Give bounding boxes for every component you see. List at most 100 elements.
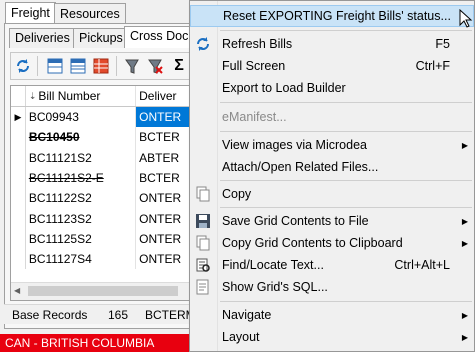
bill-number-cell[interactable]: BC11121S2 — [26, 147, 137, 168]
menu-reset-exporting-label: Reset EXPORTING Freight Bills' status... — [223, 9, 451, 23]
grid-rows: ▶ BC09943 ONTER BC10450 BCTER BC11121S2 ABTER B… — [11, 107, 191, 270]
menu-copy-label: Copy — [222, 187, 252, 201]
sum-icon[interactable]: Σ — [170, 57, 188, 75]
deliver-cell[interactable]: BCTER — [136, 168, 191, 188]
save-icon — [192, 210, 214, 232]
deliver-cell[interactable]: ONTER — [136, 188, 191, 208]
toolbar-separator — [116, 56, 117, 76]
menu-find-shortcut: Ctrl+Alt+L — [394, 258, 450, 272]
deliver-cell[interactable]: ABTER — [136, 148, 191, 168]
clear-filter-icon[interactable] — [146, 57, 164, 75]
table-row[interactable]: BC11127S4 ONTER — [11, 249, 191, 270]
menu-full-screen-shortcut: Ctrl+F — [415, 59, 450, 73]
menu-separator — [220, 301, 472, 302]
current-row-icon: ▶ — [14, 111, 22, 122]
menu-export-load-builder-label: Export to Load Builder — [222, 81, 346, 95]
bill-number-cell[interactable]: BC10450 — [26, 127, 137, 148]
row-indicator — [11, 188, 26, 209]
table-row[interactable]: ▶ BC09943 ONTER — [11, 107, 191, 128]
toolbar-separator — [37, 56, 38, 76]
deliver-cell[interactable]: ONTER — [136, 229, 191, 249]
menu-separator — [220, 207, 472, 208]
submenu-arrow-icon: ▶ — [461, 216, 468, 226]
status-label: Base Records — [12, 307, 88, 322]
bill-number-cell[interactable]: BC11122S2 — [26, 188, 137, 209]
copy-icon — [192, 183, 214, 205]
scroll-thumb[interactable] — [28, 286, 178, 296]
mouse-cursor-icon — [459, 8, 473, 29]
menu-separator — [220, 131, 472, 132]
menu-show-sql[interactable]: Show Grid's SQL... — [190, 276, 474, 298]
region-bar: CAN - BRITISH COLUMBIA — [0, 334, 195, 352]
bill-number-header-label: Bill Number — [38, 89, 101, 103]
row-indicator — [11, 228, 26, 250]
submenu-arrow-icon: ▶ — [461, 238, 468, 248]
bill-number-cell[interactable]: BC11125S2 — [26, 228, 137, 250]
submenu-arrow-icon: ▶ — [461, 332, 468, 342]
sort-arrow-icon: ⇣ — [28, 90, 37, 101]
columns-icon[interactable] — [69, 57, 87, 75]
menu-copy[interactable]: Copy — [190, 183, 474, 205]
tab-deliveries-label: Deliveries — [15, 31, 70, 45]
menu-copy-grid-label: Copy Grid Contents to Clipboard — [222, 236, 403, 250]
menu-refresh-bills[interactable]: Refresh Bills F5 — [190, 33, 474, 55]
submenu-arrow-icon: ▶ — [461, 310, 468, 320]
deliver-cell[interactable]: ONTER — [136, 249, 191, 269]
table-icon[interactable] — [92, 57, 110, 75]
tab-cross-dock-label: Cross Dock — [130, 29, 195, 43]
deliver-cell[interactable]: BCTER — [136, 127, 191, 147]
bills-grid: ⇣ Bill Number Deliver ▶ BC09943 ONTER BC104… — [10, 85, 192, 301]
tab-resources[interactable]: Resources — [54, 3, 126, 23]
row-indicator — [11, 127, 26, 148]
deliver-header[interactable]: Deliver — [136, 86, 191, 106]
table-row[interactable]: BC11123S2 ONTER — [11, 208, 191, 229]
bill-number-cell[interactable]: BC11121S2-E — [26, 167, 137, 189]
menu-view-images[interactable]: View images via Microdea ▶ — [190, 134, 474, 156]
context-menu: Reset EXPORTING Freight Bills' status...… — [189, 0, 475, 352]
region-label: CAN - BRITISH COLUMBIA — [5, 336, 155, 350]
tab-pickups[interactable]: Pickups — [73, 28, 129, 48]
menu-attach-files[interactable]: Attach/Open Related Files... — [190, 156, 474, 178]
menu-attach-files-label: Attach/Open Related Files... — [222, 160, 379, 174]
menu-copy-grid[interactable]: Copy Grid Contents to Clipboard ▶ — [190, 232, 474, 254]
menu-view-images-label: View images via Microdea — [222, 138, 367, 152]
menu-reset-exporting[interactable]: Reset EXPORTING Freight Bills' status... — [190, 5, 474, 27]
menu-layout-label: Layout — [222, 330, 260, 344]
table-row[interactable]: BC11121S2-E BCTER — [11, 167, 191, 189]
menu-layout[interactable]: Layout ▶ — [190, 326, 474, 348]
deliver-cell[interactable]: ONTER — [136, 208, 191, 228]
grid-view-icon[interactable] — [46, 57, 64, 75]
menu-navigate[interactable]: Navigate ▶ — [190, 304, 474, 326]
menu-emanifest-label: eManifest... — [222, 110, 287, 124]
refresh-icon[interactable] — [14, 57, 32, 75]
menu-emanifest: eManifest... — [190, 106, 474, 128]
table-row[interactable]: BC11122S2 ONTER — [11, 188, 191, 209]
menu-export-load-builder[interactable]: Export to Load Builder — [190, 77, 474, 99]
menu-show-sql-label: Show Grid's SQL... — [222, 280, 328, 294]
tab-freight[interactable]: Freight — [5, 2, 56, 24]
table-row[interactable]: BC11125S2 ONTER — [11, 228, 191, 250]
row-indicator — [11, 147, 26, 168]
menu-navigate-label: Navigate — [222, 308, 272, 322]
filter-icon[interactable] — [123, 57, 141, 75]
bill-number-cell[interactable]: BC11123S2 — [26, 208, 137, 229]
menu-refresh-bills-label: Refresh Bills — [222, 37, 293, 51]
scroll-left-icon[interactable]: ◀ — [14, 286, 20, 295]
menu-find-locate-label: Find/Locate Text... — [222, 258, 324, 272]
bill-number-cell[interactable]: BC09943 — [26, 107, 137, 128]
table-row[interactable]: BC10450 BCTER — [11, 127, 191, 148]
row-indicator: ▶ — [11, 107, 26, 128]
menu-full-screen[interactable]: Full Screen Ctrl+F — [190, 55, 474, 77]
menu-separator — [220, 30, 472, 31]
grid-header: ⇣ Bill Number Deliver — [11, 86, 191, 107]
bill-number-cell[interactable]: BC11127S4 — [26, 249, 137, 270]
menu-separator — [220, 180, 472, 181]
deliver-cell[interactable]: ONTER — [136, 107, 191, 128]
horizontal-scrollbar[interactable]: ◀ — [11, 282, 191, 300]
menu-save-grid[interactable]: Save Grid Contents to File ▶ — [190, 210, 474, 232]
tab-deliveries[interactable]: Deliveries — [9, 28, 76, 48]
menu-find-locate[interactable]: Find/Locate Text... Ctrl+Alt+L — [190, 254, 474, 276]
bill-number-header[interactable]: ⇣ Bill Number — [26, 86, 137, 106]
table-row[interactable]: BC11121S2 ABTER — [11, 147, 191, 168]
deliver-header-label: Deliver — [139, 89, 177, 103]
